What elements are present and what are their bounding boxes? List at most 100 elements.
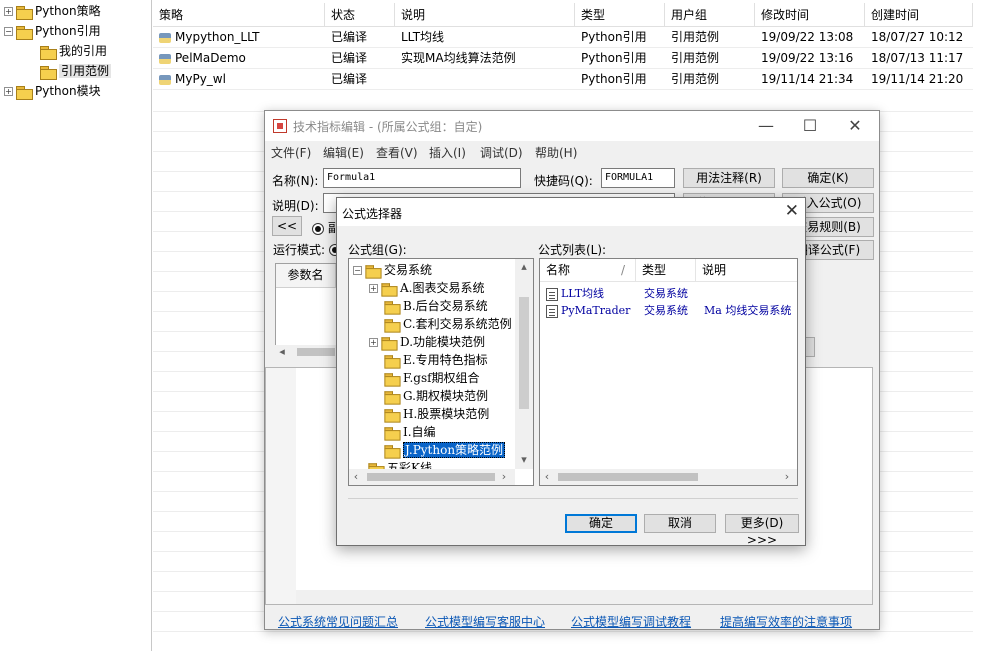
scroll-down-icon[interactable]: ▾	[519, 453, 529, 466]
expand-icon[interactable]: +	[369, 338, 378, 347]
formula-list-hscroll[interactable]: ‹ ›	[540, 469, 797, 485]
dialog-more-button[interactable]: 更多(D) >>>	[725, 514, 799, 547]
formula-item-llt[interactable]: LLT均线	[546, 285, 604, 302]
row-name: Mypython_LLT	[175, 30, 260, 44]
folder-icon	[384, 408, 401, 423]
code-editor-scrollbar[interactable]	[296, 590, 872, 604]
scroll-left-icon[interactable]: ‹	[351, 470, 361, 483]
group-item-label: G.期权模块范例	[403, 389, 488, 403]
list-column-type[interactable]: 类型	[636, 259, 696, 281]
name-input[interactable]: Formula1	[323, 168, 521, 188]
expand-icon[interactable]: +	[4, 87, 13, 96]
tree-item-python-reference[interactable]: − Python引用	[4, 21, 101, 41]
column-header-user-group[interactable]: 用户组	[665, 3, 755, 27]
link-support-center[interactable]: 公式模型编写客服中心	[425, 613, 545, 630]
grid-line	[153, 631, 973, 632]
row-created: 18/07/27 10:12	[871, 30, 964, 44]
group-item[interactable]: B.后台交易系统	[369, 297, 488, 315]
collapse-icon[interactable]: −	[4, 27, 13, 36]
column-header-created[interactable]: 创建时间	[865, 3, 973, 27]
editor-titlebar[interactable]: 技术指标编辑 - (所属公式组：自定) — ☐ ✕	[265, 111, 879, 141]
collapse-icon[interactable]: −	[353, 266, 362, 275]
link-debug-tutorial[interactable]: 公式模型编写调试教程	[571, 613, 691, 630]
minimize-icon[interactable]: —	[751, 115, 781, 137]
column-header-strategy[interactable]: 策略	[153, 3, 325, 27]
editor-title: 技术指标编辑 - (所属公式组：自定)	[293, 120, 483, 134]
formula-group-tree[interactable]: − 交易系统 + A.图表交易系统 B.后台交易系统 C.套利交易系统范例 + D.功能模块范…	[348, 258, 534, 486]
tree-item-python-strategy[interactable]: + Python策略	[4, 1, 101, 21]
table-row[interactable]: PelMaDemo 已编译 实现MA均线算法范例 Python引用 引用范例 1…	[153, 48, 973, 69]
row-type: Python引用	[581, 51, 647, 65]
formula-file-icon	[546, 304, 558, 318]
dialog-ok-button[interactable]: 确定	[565, 514, 637, 533]
collapse-panel-button[interactable]: <<	[272, 216, 302, 236]
formula-type: 交易系统	[644, 287, 688, 300]
group-item[interactable]: C.套利交易系统范例	[369, 315, 512, 333]
folder-icon	[384, 354, 401, 369]
group-item-label: C.套利交易系统范例	[403, 317, 512, 331]
column-header-type[interactable]: 类型	[575, 3, 665, 27]
formula-selector-dialog: 公式选择器 ✕ 公式组(G): 公式列表(L): − 交易系统 + A.图表交易系统 B…	[336, 197, 806, 547]
shortcut-input[interactable]: FORMULA1	[601, 168, 675, 188]
scroll-left-icon[interactable]: ‹	[542, 470, 552, 483]
group-item-label: H.股票模块范例	[403, 407, 490, 421]
dialog-cancel-button[interactable]: 取消	[644, 514, 716, 533]
menu-debug[interactable]: 调试(D)	[480, 144, 523, 161]
formula-item-pymatrader[interactable]: PyMaTrader	[546, 302, 630, 319]
menu-view[interactable]: 查看(V)	[376, 144, 418, 161]
expand-icon[interactable]: +	[4, 7, 13, 16]
group-item[interactable]: I.自编	[369, 423, 436, 441]
group-item[interactable]: + A.图表交易系统	[369, 279, 484, 297]
scroll-up-icon[interactable]: ▴	[519, 260, 529, 273]
menu-edit[interactable]: 编辑(E)	[323, 144, 364, 161]
group-item[interactable]: J.Python策略范例	[369, 441, 506, 459]
group-item[interactable]: − 交易系统	[353, 261, 432, 279]
close-icon[interactable]: ✕	[840, 115, 870, 137]
editor-menubar: 文件(F) 编辑(E) 查看(V) 插入(I) 调试(D) 帮助(H)	[265, 141, 879, 163]
link-efficiency-tips[interactable]: 提高编写效率的注意事项	[720, 613, 852, 630]
ok-button[interactable]: 确定(K)	[782, 168, 874, 188]
scroll-thumb[interactable]	[297, 348, 335, 356]
tree-item-python-module[interactable]: + Python模块	[4, 81, 101, 101]
column-header-description[interactable]: 说明	[395, 3, 575, 27]
menu-insert[interactable]: 插入(I)	[429, 144, 466, 161]
expand-icon[interactable]: +	[369, 284, 378, 293]
table-row[interactable]: Mypython_LLT 已编译 LLT均线 Python引用 引用范例 19/…	[153, 27, 973, 48]
group-item[interactable]: G.期权模块范例	[369, 387, 488, 405]
tree-item-my-reference[interactable]: 我的引用	[40, 41, 107, 61]
parameter-grid-scrollbar[interactable]: ◂	[275, 345, 337, 359]
row-created: 18/07/13 11:17	[871, 51, 964, 65]
usage-note-button[interactable]: 用法注释(R)	[683, 168, 775, 188]
group-item[interactable]: + D.功能模块范例	[369, 333, 485, 351]
run-mode-label: 运行模式:	[273, 243, 326, 257]
menu-help[interactable]: 帮助(H)	[535, 144, 577, 161]
table-row[interactable]: MyPy_wl 已编译 Python引用 引用范例 19/11/14 21:34…	[153, 69, 973, 90]
close-icon[interactable]: ✕	[785, 201, 799, 221]
scroll-right-icon[interactable]: ›	[782, 470, 792, 483]
scroll-left-icon[interactable]: ◂	[277, 345, 287, 358]
folder-icon	[384, 372, 401, 387]
dialog-titlebar[interactable]: 公式选择器 ✕	[337, 198, 805, 226]
group-item[interactable]: E.专用特色指标	[369, 351, 488, 369]
column-header-modified[interactable]: 修改时间	[755, 3, 865, 27]
group-item[interactable]: H.股票模块范例	[369, 405, 489, 423]
scroll-right-icon[interactable]: ›	[499, 470, 509, 483]
maximize-icon[interactable]: ☐	[795, 115, 825, 137]
scroll-thumb[interactable]	[367, 473, 495, 481]
strategy-tree: + Python策略 − Python引用 我的引用 引用范例 + Python模块	[0, 0, 152, 651]
link-faq[interactable]: 公式系统常见问题汇总	[278, 613, 398, 630]
list-column-description[interactable]: 说明	[696, 259, 797, 281]
row-modified: 19/09/22 13:16	[761, 51, 854, 65]
folder-icon	[381, 282, 398, 297]
folder-icon	[365, 264, 382, 279]
group-tree-vscroll[interactable]: ▴ ▾	[515, 259, 533, 469]
scroll-thumb[interactable]	[519, 297, 529, 409]
group-tree-hscroll[interactable]: ‹ ›	[349, 469, 515, 485]
tree-item-reference-examples[interactable]: 引用范例	[40, 61, 112, 81]
group-item[interactable]: F.gsf期权组合	[369, 369, 480, 387]
list-column-name[interactable]: 名称 /	[540, 259, 636, 281]
column-header-status[interactable]: 状态	[325, 3, 395, 27]
scroll-thumb[interactable]	[558, 473, 698, 481]
formula-list[interactable]: 名称 / 类型 说明 LLT均线 交易系统 PyMaTrader 交易系统 Ma …	[539, 258, 798, 486]
menu-file[interactable]: 文件(F)	[271, 144, 311, 161]
